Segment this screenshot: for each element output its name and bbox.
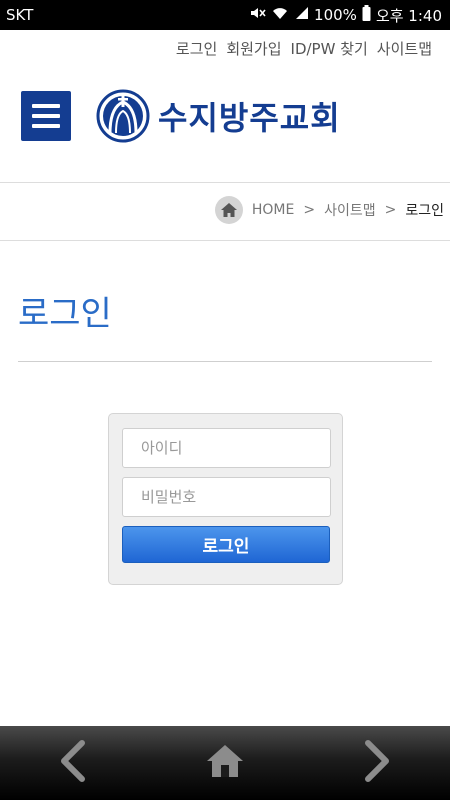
password-input[interactable] — [122, 477, 331, 517]
id-input[interactable] — [122, 428, 331, 468]
chevron-right-icon — [362, 739, 392, 787]
login-button[interactable]: 로그인 — [122, 526, 330, 563]
home-icon[interactable] — [214, 196, 243, 224]
site-name: 수지방주교회 — [158, 99, 341, 137]
site-logo[interactable]: 수지방주교회 — [96, 89, 341, 143]
top-link-sitemap[interactable]: 사이트맵 — [377, 38, 432, 59]
bottom-nav-bar — [0, 726, 450, 800]
hamburger-icon — [32, 104, 60, 108]
breadcrumb-current: 로그인 — [405, 203, 444, 219]
breadcrumb-divider — [0, 240, 450, 241]
back-button[interactable] — [38, 726, 108, 800]
carrier-label: SKT — [6, 6, 34, 24]
clock: 오후 1:40 — [375, 6, 442, 25]
login-form: 로그인 — [108, 413, 343, 585]
forward-button[interactable] — [342, 726, 412, 800]
home-button[interactable] — [190, 726, 260, 800]
breadcrumb: HOME > 사이트맵 > 로그인 — [214, 196, 444, 224]
top-link-join[interactable]: 회원가입 — [226, 38, 281, 59]
mute-icon — [249, 6, 267, 24]
home-icon — [205, 743, 245, 783]
breadcrumb-sitemap[interactable]: 사이트맵 — [324, 200, 376, 220]
status-bar: SKT 100% 오후 1:40 — [0, 0, 450, 30]
battery-icon — [362, 5, 371, 25]
wifi-icon — [272, 6, 288, 24]
page-title: 로그인 — [18, 294, 112, 334]
church-emblem-icon — [96, 89, 150, 143]
top-links: 로그인 회원가입 ID/PW 찾기 사이트맵 — [176, 38, 432, 59]
top-link-find-idpw[interactable]: ID/PW 찾기 — [291, 38, 368, 59]
header-divider — [0, 182, 450, 183]
menu-button[interactable] — [21, 91, 71, 141]
top-link-login[interactable]: 로그인 — [176, 38, 217, 59]
breadcrumb-separator: > — [303, 202, 316, 218]
status-indicators: 100% 오후 1:40 — [249, 5, 442, 26]
breadcrumb-separator: > — [384, 202, 397, 218]
title-divider — [18, 361, 432, 362]
battery-percent: 100% — [314, 6, 357, 24]
breadcrumb-home[interactable]: HOME — [252, 202, 294, 218]
signal-icon — [293, 6, 309, 24]
chevron-left-icon — [58, 739, 88, 787]
